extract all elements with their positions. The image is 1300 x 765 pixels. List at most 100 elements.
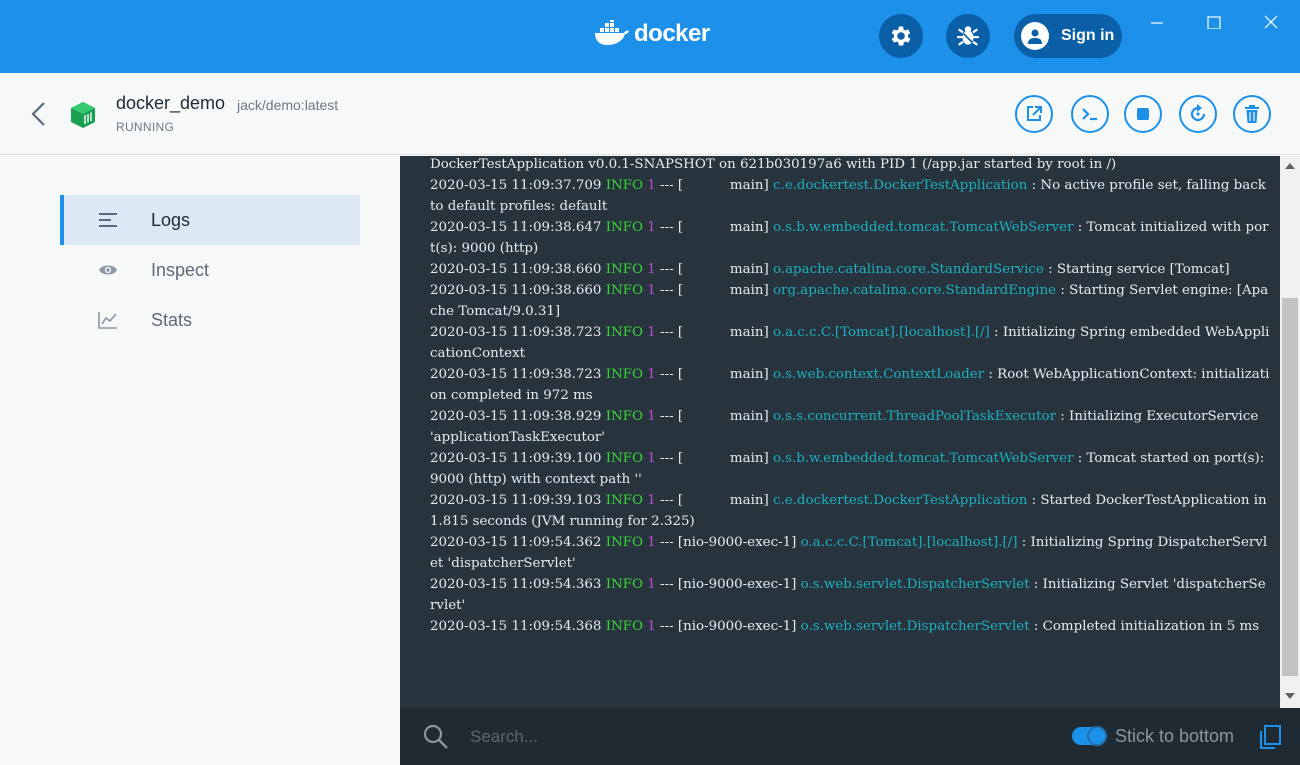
log-entry: 2020-03-15 11:09:39.103 INFO 1 --- [ mai… <box>430 493 1271 529</box>
log-level: INFO <box>605 535 643 550</box>
log-thread: [ main] <box>677 178 769 193</box>
log-level: INFO <box>605 325 643 340</box>
settings-button[interactable] <box>879 14 923 58</box>
stick-to-bottom-label: Stick to bottom <box>1115 726 1235 746</box>
log-pid: 1 <box>647 619 656 634</box>
log-timestamp: 2020-03-15 11:09:38.723 <box>430 325 602 340</box>
log-pid: 1 <box>647 325 656 340</box>
log-line: DockerTestApplication v0.0.1-SNAPSHOT on… <box>430 157 1117 172</box>
log-thread: [ main] <box>677 220 769 235</box>
log-pid: 1 <box>647 409 656 424</box>
log-logger: o.s.web.context.ContextLoader <box>772 367 985 382</box>
container-image: jack/demo:latest <box>237 97 339 113</box>
log-logger: c.e.dockertest.DockerTestApplication <box>772 493 1028 508</box>
title-bar: docker Sign in <box>0 0 1300 73</box>
log-entry: 2020-03-15 11:09:38.660 INFO 1 --- [ mai… <box>430 283 1269 319</box>
log-thread: [nio-9000-exec-1] <box>677 619 797 634</box>
sidebar-item-inspect[interactable]: Inspect <box>60 245 360 295</box>
log-level: INFO <box>605 283 643 298</box>
log-logger: org.apache.catalina.core.StandardEngine <box>772 283 1057 298</box>
log-logger: o.apache.catalina.core.StandardService <box>772 262 1044 277</box>
log-logger: o.s.web.servlet.DispatcherServlet <box>800 619 1030 634</box>
toggle-knob <box>1087 726 1107 746</box>
close-window-button[interactable] <box>1258 8 1284 34</box>
log-pid: 1 <box>647 283 656 298</box>
log-thread: [ main] <box>677 367 769 382</box>
log-thread: [ main] <box>677 493 769 508</box>
log-pid: 1 <box>647 367 656 382</box>
cli-button[interactable] <box>1071 95 1109 133</box>
stop-button[interactable] <box>1124 95 1162 133</box>
log-entry: 2020-03-15 11:09:54.362 INFO 1 --- [nio-… <box>430 535 1268 571</box>
sidebar: Logs Inspect Stats <box>0 156 400 765</box>
log-pid: 1 <box>647 493 656 508</box>
log-timestamp: 2020-03-15 11:09:39.103 <box>430 493 602 508</box>
log-scrollbar[interactable] <box>1280 156 1300 708</box>
log-entry: 2020-03-15 11:09:38.723 INFO 1 --- [ mai… <box>430 325 1270 361</box>
log-pid: 1 <box>647 178 656 193</box>
log-logger: o.s.s.concurrent.ThreadPoolTaskExecutor <box>772 409 1057 424</box>
eye-icon <box>99 265 117 275</box>
restart-button[interactable] <box>1179 95 1217 133</box>
log-level: INFO <box>605 262 643 277</box>
copy-icon[interactable] <box>1258 724 1282 750</box>
docker-whale-icon <box>595 20 629 45</box>
maximize-icon <box>1207 16 1221 29</box>
troubleshoot-button[interactable] <box>946 14 990 58</box>
log-thread: [nio-9000-exec-1] <box>677 577 797 592</box>
log-thread: [ main] <box>677 409 769 424</box>
log-thread: [ main] <box>677 262 769 277</box>
sidebar-item-label: Stats <box>151 310 193 330</box>
log-entry: 2020-03-15 11:09:54.363 INFO 1 --- [nio-… <box>430 577 1266 613</box>
log-pid: 1 <box>647 262 656 277</box>
open-in-browser-icon <box>1027 106 1042 121</box>
sign-in-button[interactable]: Sign in <box>1014 14 1122 58</box>
scrollbar-thumb[interactable] <box>1282 298 1298 676</box>
back-button[interactable] <box>26 99 52 129</box>
scroll-down-icon[interactable] <box>1285 693 1295 699</box>
container-status: RUNNING <box>116 120 175 134</box>
log-entry: 2020-03-15 11:09:38.723 INFO 1 --- [ mai… <box>430 367 1270 403</box>
log-logger: c.e.dockertest.DockerTestApplication <box>772 178 1028 193</box>
log-entry: 2020-03-15 11:09:38.647 INFO 1 --- [ mai… <box>430 220 1269 256</box>
close-icon <box>1264 15 1278 29</box>
log-logger: o.a.c.c.C.[Tomcat].[localhost].[/] <box>772 325 990 340</box>
sidebar-item-logs[interactable]: Logs <box>60 195 360 245</box>
minimize-icon <box>1151 22 1163 24</box>
log-search-input[interactable] <box>470 723 870 751</box>
minimize-button[interactable] <box>1144 8 1170 34</box>
delete-button[interactable] <box>1233 95 1271 133</box>
log-thread: [ main] <box>677 283 769 298</box>
log-level: INFO <box>605 409 643 424</box>
log-entry: 2020-03-15 11:09:38.660 INFO 1 --- [ mai… <box>430 262 1230 277</box>
log-logger: o.s.web.servlet.DispatcherServlet <box>800 577 1030 592</box>
logs-icon <box>99 213 117 227</box>
log-timestamp: 2020-03-15 11:09:38.723 <box>430 367 602 382</box>
sidebar-item-label: Inspect <box>151 260 210 280</box>
log-timestamp: 2020-03-15 11:09:38.647 <box>430 220 602 235</box>
stick-to-bottom-toggle[interactable] <box>1072 726 1107 746</box>
maximize-button[interactable] <box>1201 8 1227 34</box>
chart-icon <box>98 312 117 329</box>
log-entry: 2020-03-15 11:09:38.929 INFO 1 --- [ mai… <box>430 409 1263 445</box>
log-pid: 1 <box>647 535 656 550</box>
app-name: docker <box>634 20 710 47</box>
log-thread: [nio-9000-exec-1] <box>677 535 797 550</box>
log-pid: 1 <box>647 577 656 592</box>
log-level: INFO <box>605 178 643 193</box>
log-level: INFO <box>605 367 643 382</box>
sign-in-label: Sign in <box>1061 27 1115 44</box>
log-message: : Completed initialization in 5 ms <box>1033 619 1260 634</box>
chevron-left-icon <box>31 102 45 126</box>
log-pid: 1 <box>647 451 656 466</box>
log-timestamp: 2020-03-15 11:09:37.709 <box>430 178 602 193</box>
log-output[interactable]: DockerTestApplication v0.0.1-SNAPSHOT on… <box>400 156 1280 708</box>
user-avatar <box>1021 22 1049 50</box>
log-logger: o.s.b.w.embedded.tomcat.TomcatWebServer <box>772 451 1074 466</box>
sidebar-item-stats[interactable]: Stats <box>60 295 360 345</box>
open-in-browser-button[interactable] <box>1015 95 1053 133</box>
gear-icon <box>891 26 911 46</box>
scroll-up-icon[interactable] <box>1285 163 1295 169</box>
delete-icon <box>1245 105 1259 123</box>
search-icon <box>423 724 448 749</box>
